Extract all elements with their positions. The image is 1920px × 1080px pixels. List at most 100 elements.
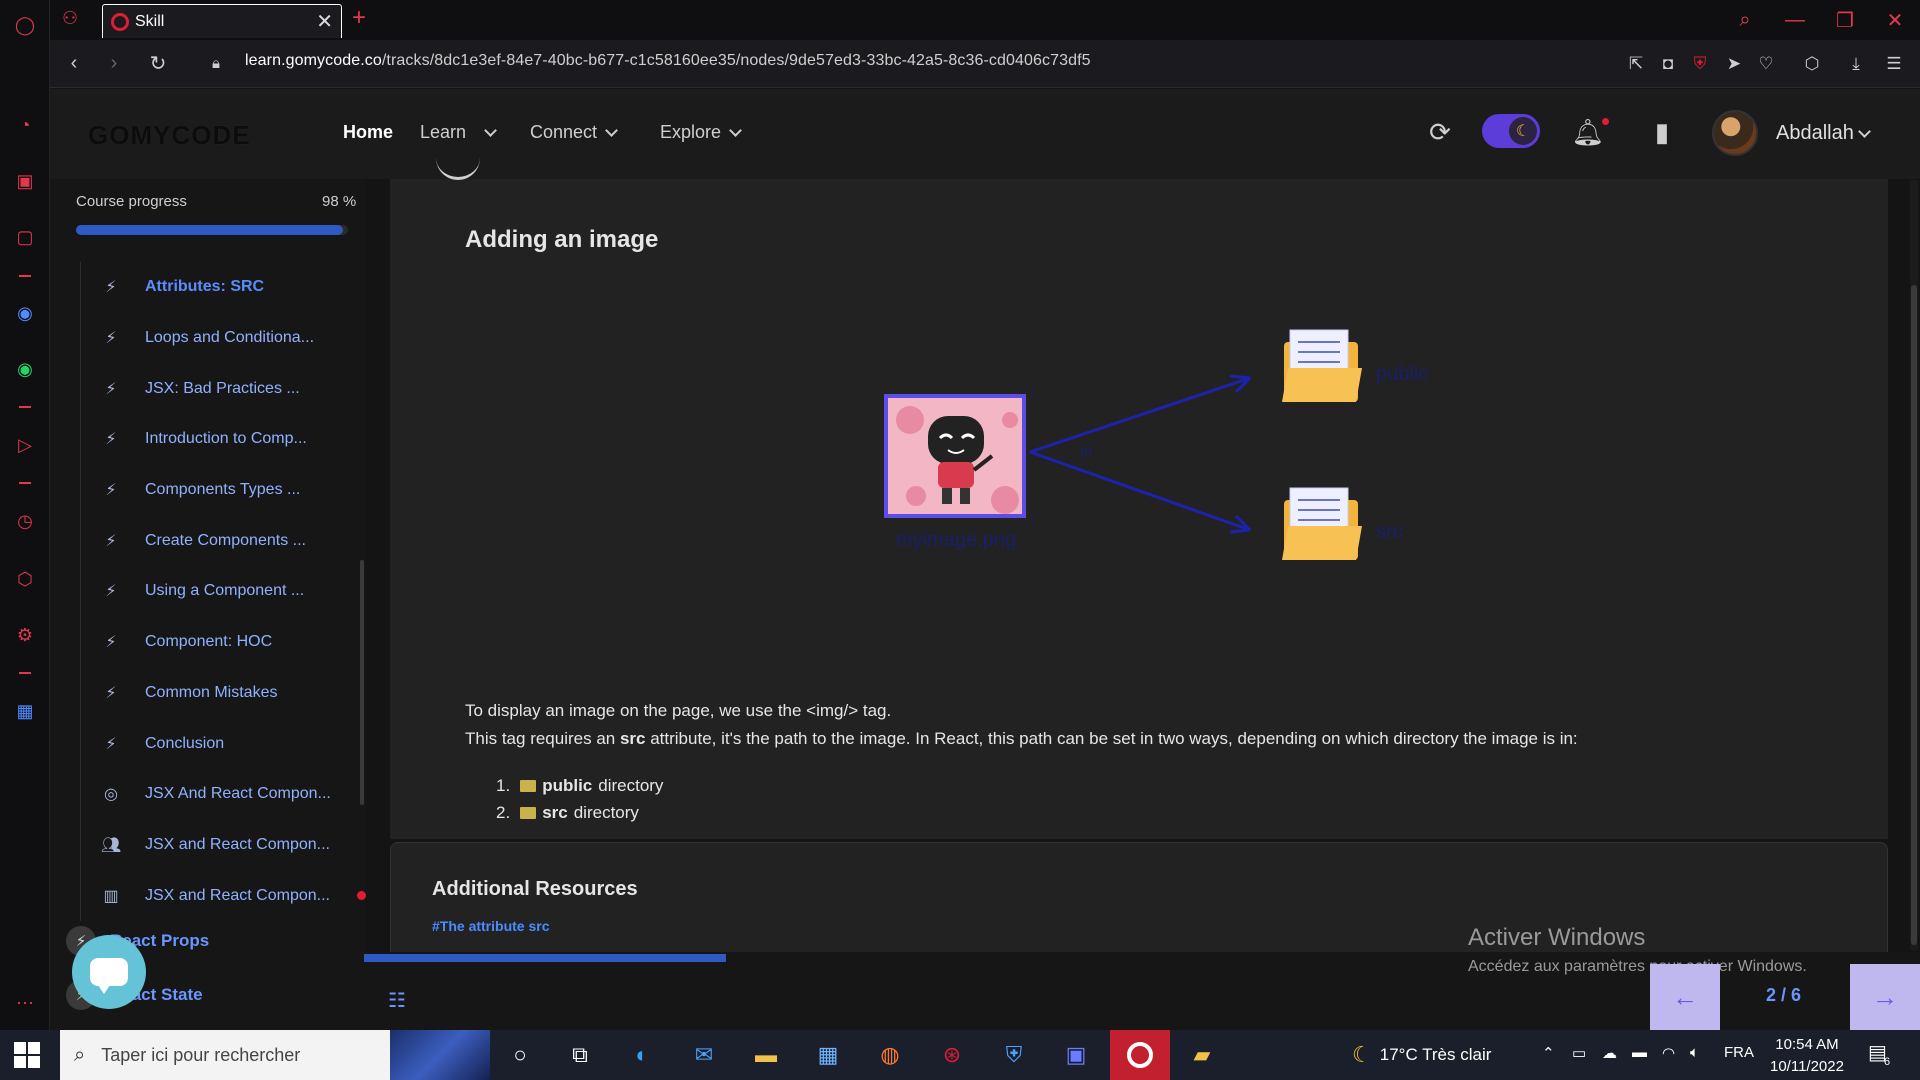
bell-icon[interactable]: 🔔︎ (1572, 116, 1605, 148)
volume-icon[interactable]: 🔈︎ (1690, 1044, 1699, 1061)
restore-icon[interactable]: ❐ (1830, 6, 1860, 34)
nav-learn[interactable]: Learn (420, 122, 497, 143)
page-indicator: 2 / 6 (1766, 985, 1802, 1005)
chevron-down-icon (484, 123, 497, 137)
url-field[interactable]: learn.gomycode.co/tracks/8dc1e3ef-84e7-4… (245, 52, 1091, 70)
twitch-icon[interactable]: ▢ (12, 224, 38, 250)
whatsapp-icon[interactable]: ◉ (12, 356, 38, 382)
chevron-up-icon[interactable]: ⌃ (1542, 1044, 1555, 1062)
sidebar-lesson-item[interactable]: ⚡︎ Loops and Conditiona... (80, 312, 360, 364)
bolt-icon: ⚡︎ (105, 279, 117, 297)
arrows (1029, 374, 1252, 534)
back-icon[interactable]: ‹ (58, 47, 90, 79)
file-explorer-icon[interactable]: ▬ (748, 1037, 784, 1073)
teams-icon[interactable]: ▣ (1058, 1037, 1094, 1073)
translate-icon[interactable]: ▦ (12, 698, 38, 724)
speed-dial-icon[interactable]: ◔ (12, 112, 38, 138)
user-menu[interactable]: Abdallah (1776, 122, 1871, 145)
app-red-icon[interactable]: ⊛ (934, 1037, 970, 1073)
store-icon[interactable]: ▦ (810, 1037, 846, 1073)
battery-icon[interactable]: ▬ (1632, 1044, 1647, 1061)
sidebar-lesson-item[interactable]: ⚡︎ Using a Component ... (80, 566, 360, 617)
search-tabs-icon[interactable]: ⌕ (1730, 6, 1760, 34)
player-icon[interactable]: ▷ (12, 432, 38, 458)
shopping-icon[interactable]: ▣ (12, 168, 38, 194)
support-chat-button[interactable] (72, 935, 146, 1009)
close-tab-icon[interactable]: ✕ (316, 9, 333, 34)
sidebar-lesson-item[interactable]: ⚡︎ Introduction to Comp... (80, 414, 360, 465)
minimize-icon[interactable]: — (1780, 6, 1810, 34)
sidebar-lesson-item[interactable]: ⚡︎ Component: HOC (80, 616, 360, 668)
sidebar-lesson-item[interactable]: ⚡︎ Components Types ... (80, 464, 360, 516)
heart-icon[interactable]: ♡ (1754, 52, 1778, 76)
outline-list-icon[interactable]: ☷ (388, 988, 406, 1013)
firefox-icon[interactable]: ◍ (872, 1037, 908, 1073)
clock-date: 10/11/2022 (1770, 1058, 1844, 1075)
folder-app-icon[interactable]: ▰ (1184, 1037, 1220, 1073)
opera-taskbar-icon[interactable] (1110, 1030, 1170, 1080)
sidebar-lesson-item[interactable]: ⚡︎ Attributes: SRC (80, 262, 360, 313)
bolt-icon: ⚡︎ (105, 532, 117, 550)
device-icon[interactable]: ▭ (1572, 1044, 1586, 1062)
folder-public-label: public (1376, 363, 1428, 385)
chat-icon[interactable]: ▮ (1646, 116, 1678, 148)
sidebar-lesson-item[interactable]: ⚡︎ Common Mistakes (80, 667, 360, 719)
sidebar-lesson-item[interactable]: ◎ JSX And React Compon... (80, 768, 360, 820)
forward-icon[interactable]: › (98, 47, 130, 79)
cortana-icon[interactable]: ○ (502, 1037, 538, 1073)
history-icon[interactable]: ◷ (12, 508, 38, 534)
settings-icon[interactable]: ⚙ (12, 622, 38, 648)
tab-skill[interactable]: Skill ✕ (102, 4, 342, 38)
shield-app-icon[interactable]: ⛨ (996, 1037, 1032, 1073)
adblock-icon[interactable]: ⛨ (1688, 52, 1712, 76)
scroll-thumb[interactable] (1911, 285, 1917, 945)
sidebar-lesson-item[interactable]: ⚡︎ JSX: Bad Practices ... (80, 363, 360, 415)
arrow-left-icon: ← (1672, 981, 1698, 1012)
easy-setup-icon[interactable]: ☰ (1882, 52, 1906, 76)
nav-connect[interactable]: Connect (530, 122, 618, 143)
reload-icon[interactable]: ↻ (142, 47, 174, 79)
nav-home[interactable]: Home (343, 122, 393, 143)
share-icon[interactable]: ⇱ (1624, 52, 1648, 76)
next-button[interactable]: → (1850, 964, 1920, 1030)
previous-button[interactable]: ← (1650, 964, 1720, 1030)
new-tab-icon[interactable]: + (352, 4, 366, 32)
nav-explore[interactable]: Explore (660, 122, 742, 143)
sidebar-scrollbar[interactable] (360, 560, 364, 805)
sidebar-lesson-item[interactable]: ⚡︎ Conclusion (80, 718, 360, 769)
close-window-icon[interactable]: ✕ (1880, 6, 1910, 34)
sync-icon[interactable]: ⟳ (1424, 116, 1456, 148)
messenger-icon[interactable]: ◉ (12, 300, 38, 326)
nav-learn-label: Learn (420, 122, 467, 142)
windows-start-icon[interactable] (14, 1042, 40, 1068)
download-icon[interactable]: ⤓ (1844, 52, 1868, 76)
dark-mode-toggle[interactable]: ☾ (1482, 114, 1540, 148)
send-icon[interactable]: ➤ (1722, 52, 1746, 76)
snapshot-icon[interactable]: ◘ (1656, 52, 1680, 76)
chevron-down-icon (729, 123, 742, 137)
task-view-icon[interactable]: ⧉ (562, 1037, 598, 1073)
weather-widget[interactable]: ☾ 17°C Très clair (1352, 1042, 1491, 1068)
cube-icon[interactable]: ⬡ (1800, 52, 1824, 76)
clock[interactable]: 10:54 AM 10/11/2022 (1770, 1034, 1844, 1078)
page-scrollbar[interactable] (1910, 180, 1918, 950)
taskbar-search-input[interactable]: ⌕ Taper ici pour rechercher (60, 1030, 490, 1080)
avatar[interactable] (1712, 110, 1758, 156)
opera-menu-icon[interactable]: ◯ (12, 12, 38, 38)
resource-link[interactable]: #The attribute src (432, 918, 549, 934)
edge-icon[interactable]: ◐ (624, 1037, 660, 1073)
language-indicator[interactable]: FRA (1724, 1044, 1754, 1061)
more-icon[interactable]: ⋯ (12, 990, 38, 1016)
wifi-icon[interactable]: ◠ (1662, 1044, 1675, 1062)
sidebar-lesson-item[interactable]: ⚡︎ Create Components ... (80, 515, 360, 567)
progress-percent: 98 % (322, 193, 357, 210)
mail-icon[interactable]: ✉ (686, 1037, 722, 1073)
sidebar-lesson-item[interactable]: 👥︎ JSX and React Compon... (80, 819, 360, 871)
paragraph-src-post: attribute, it's the path to the image. I… (645, 729, 1578, 748)
gomycode-logo[interactable]: GOMYCODE (88, 120, 251, 151)
extensions-icon[interactable]: ⬡ (12, 566, 38, 592)
sidebar-lesson-item[interactable]: ▥ JSX and React Compon... (80, 870, 366, 921)
onedrive-icon[interactable]: ☁ (1602, 1044, 1617, 1062)
gamepad-icon[interactable]: ⚇ (62, 8, 78, 29)
arrow-right-icon: → (1872, 981, 1898, 1012)
